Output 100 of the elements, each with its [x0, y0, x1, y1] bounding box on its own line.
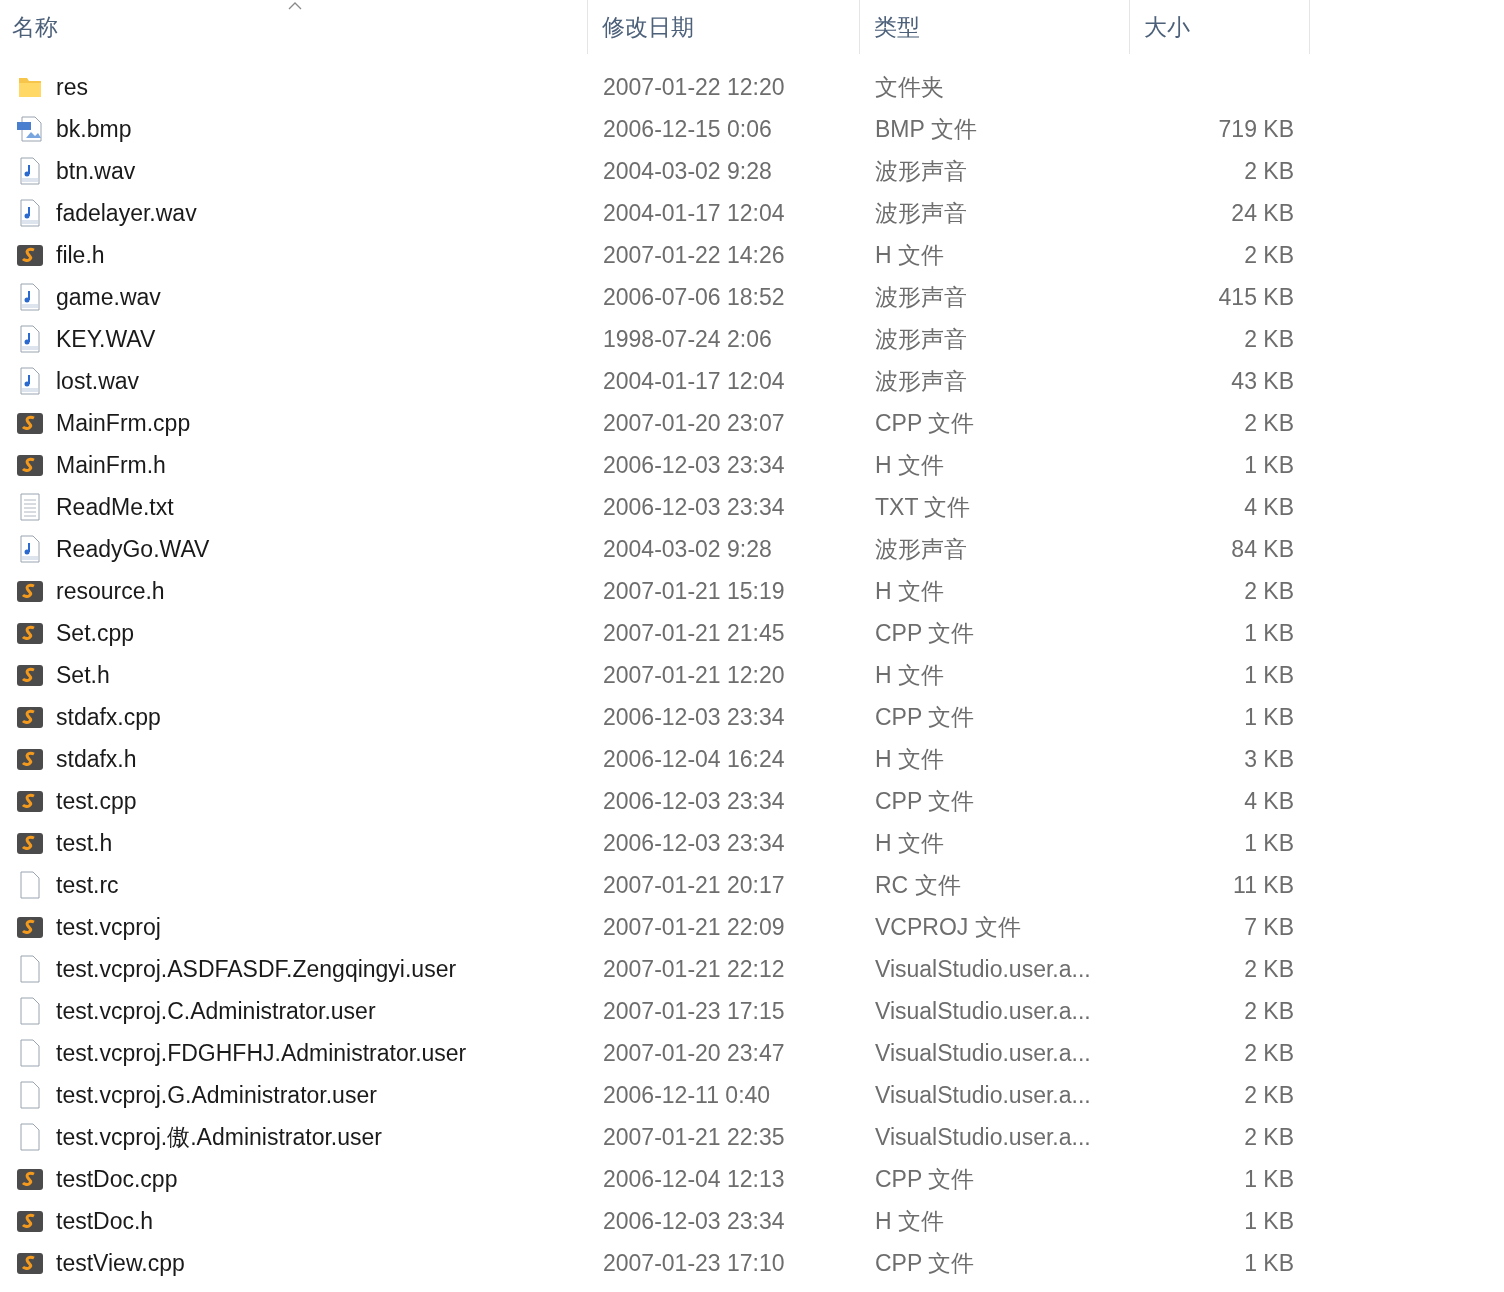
- file-name[interactable]: test.h: [56, 825, 113, 861]
- file-name[interactable]: game.wav: [56, 279, 161, 315]
- modified-date: 2006-12-03 23:34: [603, 829, 785, 856]
- file-name[interactable]: ReadyGo.WAV: [56, 531, 210, 567]
- file-name[interactable]: test.vcproj.FDGHFHJ.Administrator.user: [56, 1035, 467, 1071]
- code-file-icon: [16, 1250, 44, 1276]
- blank-file-icon: [18, 1081, 42, 1109]
- file-name[interactable]: fadelayer.wav: [56, 195, 197, 231]
- file-name[interactable]: stdafx.h: [56, 741, 137, 777]
- modified-date: 2007-01-21 22:09: [603, 913, 785, 940]
- audio-file-icon: [18, 157, 42, 185]
- modified-date: 2006-12-03 23:34: [603, 451, 785, 478]
- file-size: 1 KB: [1244, 450, 1294, 480]
- modified-date: 2006-12-03 23:34: [603, 1207, 785, 1234]
- file-name[interactable]: test.cpp: [56, 783, 137, 819]
- modified-date: 2007-01-21 15:19: [603, 577, 785, 604]
- column-header[interactable]: 大小: [1144, 9, 1190, 45]
- column-header[interactable]: 类型: [874, 9, 920, 45]
- file-size: 24 KB: [1231, 198, 1294, 228]
- file-type: 波形声音: [875, 199, 967, 226]
- file-name[interactable]: KEY.WAV: [56, 321, 156, 357]
- file-name[interactable]: testDoc.h: [56, 1203, 154, 1239]
- modified-date: 2007-01-21 12:20: [603, 661, 785, 688]
- file-name[interactable]: Set.cpp: [56, 615, 134, 651]
- modified-date: 2006-12-03 23:34: [603, 493, 785, 520]
- file-type: BMP 文件: [875, 115, 977, 142]
- modified-date: 2006-12-04 12:13: [603, 1165, 785, 1192]
- file-name[interactable]: res: [56, 69, 88, 105]
- code-file-icon: [16, 662, 44, 688]
- file-size: 719 KB: [1218, 114, 1294, 144]
- file-name[interactable]: test.vcproj.C.Administrator.user: [56, 993, 376, 1029]
- code-file-icon: [16, 578, 44, 604]
- modified-date: 2006-12-11 0:40: [603, 1081, 771, 1108]
- column-header[interactable]: 修改日期: [602, 9, 694, 45]
- file-type: 文件夹: [875, 73, 944, 100]
- file-name[interactable]: test.vcproj.ASDFASDF.Zengqingyi.user: [56, 951, 457, 987]
- file-name[interactable]: test.vcproj.傲.Administrator.user: [56, 1119, 382, 1155]
- file-size: 2 KB: [1244, 408, 1294, 438]
- file-size: 4 KB: [1244, 786, 1294, 816]
- file-name[interactable]: file.h: [56, 237, 105, 273]
- file-name[interactable]: MainFrm.cpp: [56, 405, 191, 441]
- code-file-icon: [16, 746, 44, 772]
- file-size: 1 KB: [1244, 618, 1294, 648]
- modified-date: 1998-07-24 2:06: [603, 325, 772, 352]
- file-type: CPP 文件: [875, 787, 975, 814]
- file-name[interactable]: MainFrm.h: [56, 447, 166, 483]
- file-type: VisualStudio.user.a...: [875, 1039, 1091, 1066]
- file-type: CPP 文件: [875, 703, 975, 730]
- file-type: CPP 文件: [875, 1165, 975, 1192]
- modified-date: 2006-12-15 0:06: [603, 115, 772, 142]
- code-file-icon: [16, 1208, 44, 1234]
- file-size: 2 KB: [1244, 240, 1294, 270]
- folder-icon: [17, 75, 43, 99]
- modified-date: 2007-01-22 14:26: [603, 241, 785, 268]
- file-name[interactable]: resource.h: [56, 573, 165, 609]
- file-name[interactable]: testView.cpp: [56, 1245, 185, 1281]
- file-size: 2 KB: [1244, 954, 1294, 984]
- file-size: 3 KB: [1244, 744, 1294, 774]
- code-file-icon: [16, 830, 44, 856]
- file-name[interactable]: bk.bmp: [56, 111, 132, 147]
- file-type: CPP 文件: [875, 409, 975, 436]
- file-type: H 文件: [875, 577, 944, 604]
- file-size: 1 KB: [1244, 702, 1294, 732]
- file-type: VCPROJ 文件: [875, 913, 1021, 940]
- file-type: 波形声音: [875, 535, 967, 562]
- file-name[interactable]: test.rc: [56, 867, 119, 903]
- file-size: 1 KB: [1244, 1248, 1294, 1278]
- file-name[interactable]: btn.wav: [56, 153, 136, 189]
- file-size: 1 KB: [1244, 828, 1294, 858]
- modified-date: 2007-01-21 20:17: [603, 871, 785, 898]
- file-type: 波形声音: [875, 325, 967, 352]
- modified-date: 2004-03-02 9:28: [603, 157, 772, 184]
- column-header[interactable]: 名称: [12, 9, 58, 45]
- file-size: 4 KB: [1244, 492, 1294, 522]
- file-name[interactable]: test.vcproj: [56, 909, 161, 945]
- modified-date: 2007-01-23 17:15: [603, 997, 785, 1024]
- file-type: VisualStudio.user.a...: [875, 1123, 1091, 1150]
- file-name[interactable]: testDoc.cpp: [56, 1161, 178, 1197]
- blank-file-icon: [18, 955, 42, 983]
- modified-date: 2007-01-21 22:12: [603, 955, 785, 982]
- code-file-icon: [16, 1166, 44, 1192]
- modified-date: 2004-01-17 12:04: [603, 199, 785, 226]
- text-file-icon: [18, 493, 42, 521]
- file-name[interactable]: stdafx.cpp: [56, 699, 161, 735]
- file-type: 波形声音: [875, 283, 967, 310]
- modified-date: 2004-01-17 12:04: [603, 367, 785, 394]
- file-name[interactable]: Set.h: [56, 657, 110, 693]
- file-type: CPP 文件: [875, 619, 975, 646]
- file-size: 1 KB: [1244, 660, 1294, 690]
- file-size: 2 KB: [1244, 324, 1294, 354]
- modified-date: 2006-07-06 18:52: [603, 283, 785, 310]
- code-file-icon: [16, 620, 44, 646]
- audio-file-icon: [18, 535, 42, 563]
- file-type: VisualStudio.user.a...: [875, 1081, 1091, 1108]
- file-name[interactable]: test.vcproj.G.Administrator.user: [56, 1077, 377, 1113]
- file-name[interactable]: lost.wav: [56, 363, 140, 399]
- file-name[interactable]: ReadMe.txt: [56, 489, 174, 525]
- file-type: H 文件: [875, 1207, 944, 1234]
- blank-file-icon: [18, 1123, 42, 1151]
- code-file-icon: [16, 242, 44, 268]
